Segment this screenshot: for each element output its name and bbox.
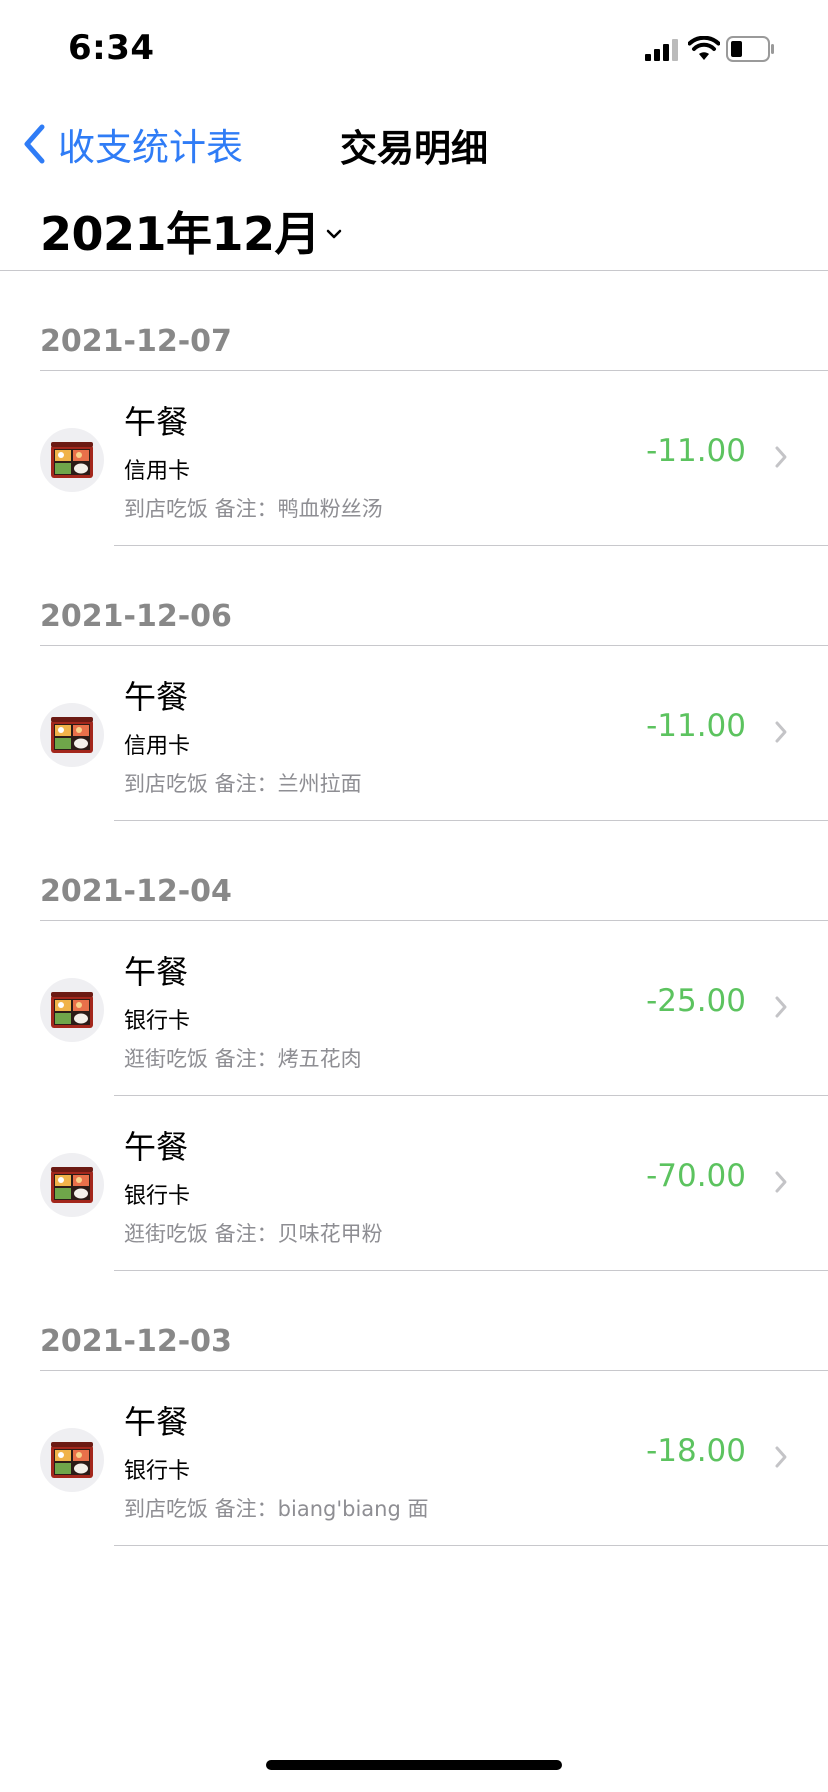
status-bar: 6:34 xyxy=(0,0,828,100)
transaction-account: 银行卡 xyxy=(124,1184,191,1209)
wifi-icon xyxy=(688,36,720,60)
transaction-amount: -11.00 xyxy=(646,433,746,469)
page-title: 交易明细 xyxy=(340,127,488,170)
bento-box-icon xyxy=(40,1153,104,1217)
cellular-signal-icon xyxy=(645,39,678,61)
date-group-header: 2021-12-07 xyxy=(0,271,828,371)
status-time: 6:34 xyxy=(68,28,155,68)
transaction-account: 信用卡 xyxy=(124,734,191,759)
date-group-label: 2021-12-06 xyxy=(40,599,232,634)
battery-icon xyxy=(726,36,774,62)
transaction-amount: -25.00 xyxy=(646,983,746,1019)
date-group: 2021-12-07 午餐 信用卡 到店吃饭 备注：鸭血粉丝汤 -11.00 xyxy=(0,271,828,546)
transaction-amount: -70.00 xyxy=(646,1158,746,1194)
bento-box-icon xyxy=(40,1428,104,1492)
transaction-row[interactable]: 午餐 银行卡 逛街吃饭 备注：贝味花甲粉 -70.00 xyxy=(0,1096,828,1271)
transaction-category: 午餐 xyxy=(124,953,189,991)
transaction-category: 午餐 xyxy=(124,403,189,441)
chevron-right-icon xyxy=(775,721,787,743)
date-group-header: 2021-12-03 xyxy=(0,1271,828,1371)
date-group: 2021-12-06 午餐 信用卡 到店吃饭 备注：兰州拉面 -11.00 xyxy=(0,546,828,821)
transaction-account: 信用卡 xyxy=(124,459,191,484)
transaction-amount: -11.00 xyxy=(646,708,746,744)
transaction-category: 午餐 xyxy=(124,1128,189,1166)
month-picker[interactable]: 2021年12月 xyxy=(40,198,342,264)
chevron-right-icon xyxy=(775,996,787,1018)
transaction-list: 2021-12-07 午餐 信用卡 到店吃饭 备注：鸭血粉丝汤 -11.00 2… xyxy=(0,271,828,1546)
bento-box-icon xyxy=(40,703,104,767)
date-group-label: 2021-12-07 xyxy=(40,324,232,359)
month-label: 2021年12月 xyxy=(40,207,321,261)
chevron-down-icon xyxy=(326,229,342,239)
date-group: 2021-12-04 午餐 银行卡 逛街吃饭 备注：烤五花肉 -25.00 午餐… xyxy=(0,821,828,1271)
divider xyxy=(114,1545,828,1546)
bento-box-icon xyxy=(40,978,104,1042)
transaction-category: 午餐 xyxy=(124,678,189,716)
navigation-bar: 收支统计表 交易明细 xyxy=(0,100,828,188)
transaction-note: 到店吃饭 备注：biang'biang 面 xyxy=(124,1497,429,1521)
chevron-right-icon xyxy=(775,1171,787,1193)
transaction-note: 到店吃饭 备注：鸭血粉丝汤 xyxy=(124,497,383,521)
date-group-header: 2021-12-06 xyxy=(0,546,828,646)
chevron-right-icon xyxy=(775,446,787,468)
chevron-right-icon xyxy=(775,1446,787,1468)
bento-box-icon xyxy=(40,428,104,492)
transaction-note: 到店吃饭 备注：兰州拉面 xyxy=(124,772,362,796)
transaction-account: 银行卡 xyxy=(124,1009,191,1034)
date-group-label: 2021-12-03 xyxy=(40,1324,232,1359)
transaction-row[interactable]: 午餐 银行卡 到店吃饭 备注：biang'biang 面 -18.00 xyxy=(0,1371,828,1546)
transaction-row[interactable]: 午餐 银行卡 逛街吃饭 备注：烤五花肉 -25.00 xyxy=(0,921,828,1096)
transaction-category: 午餐 xyxy=(124,1403,189,1441)
transaction-row[interactable]: 午餐 信用卡 到店吃饭 备注：兰州拉面 -11.00 xyxy=(0,646,828,821)
transaction-note: 逛街吃饭 备注：烤五花肉 xyxy=(124,1047,362,1071)
date-group-label: 2021-12-04 xyxy=(40,874,232,909)
transaction-note: 逛街吃饭 备注：贝味花甲粉 xyxy=(124,1222,383,1246)
transaction-amount: -18.00 xyxy=(646,1433,746,1469)
home-indicator xyxy=(266,1760,562,1770)
status-icons xyxy=(644,34,794,64)
date-group-header: 2021-12-04 xyxy=(0,821,828,921)
transaction-row[interactable]: 午餐 信用卡 到店吃饭 备注：鸭血粉丝汤 -11.00 xyxy=(0,371,828,546)
date-group: 2021-12-03 午餐 银行卡 到店吃饭 备注：biang'biang 面 … xyxy=(0,1271,828,1546)
transaction-account: 银行卡 xyxy=(124,1459,191,1484)
